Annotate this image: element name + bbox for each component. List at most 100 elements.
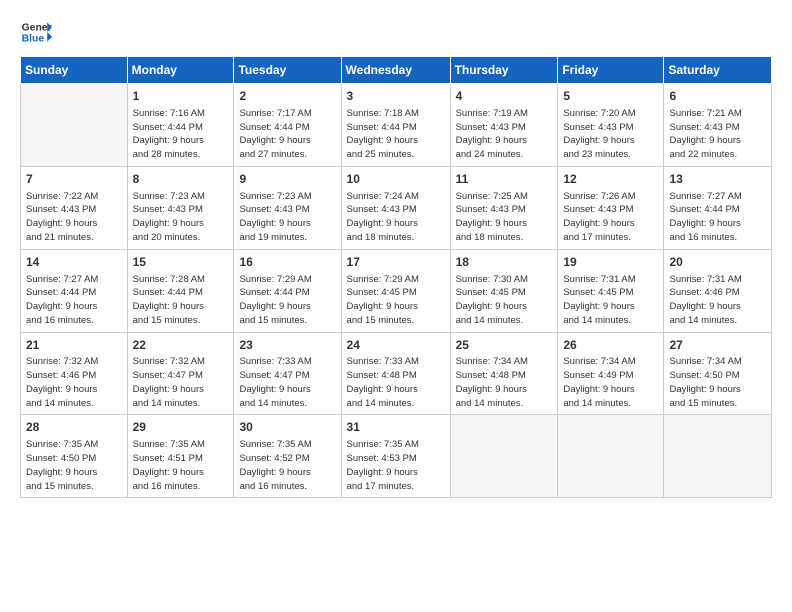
day-info: Sunrise: 7:34 AMSunset: 4:49 PMDaylight:… xyxy=(563,355,658,410)
day-number: 12 xyxy=(563,171,658,188)
calendar-cell: 6Sunrise: 7:21 AMSunset: 4:43 PMDaylight… xyxy=(664,84,772,167)
calendar-cell: 7 Sunrise: 7:22 AMSunset: 4:43 PMDaylight… xyxy=(21,166,128,249)
day-header-tuesday: Tuesday xyxy=(234,57,341,84)
calendar-cell: 29Sunrise: 7:35 AMSunset: 4:51 PMDayligh… xyxy=(127,415,234,498)
day-info: Sunrise: 7:18 AMSunset: 4:44 PMDaylight:… xyxy=(347,107,445,162)
calendar-cell: 5Sunrise: 7:20 AMSunset: 4:43 PMDaylight… xyxy=(558,84,664,167)
day-number: 4 xyxy=(456,88,553,105)
day-header-saturday: Saturday xyxy=(664,57,772,84)
calendar-cell: 25Sunrise: 7:34 AMSunset: 4:48 PMDayligh… xyxy=(450,332,558,415)
day-info: Sunrise: 7:25 AMSunset: 4:43 PMDaylight:… xyxy=(456,190,553,245)
day-number: 15 xyxy=(133,254,229,271)
calendar-cell: 28 Sunrise: 7:35 AMSunset: 4:50 PMDayligh… xyxy=(21,415,128,498)
day-info: Sunrise: 7:34 AMSunset: 4:48 PMDaylight:… xyxy=(456,355,553,410)
day-number: 11 xyxy=(456,171,553,188)
svg-text:Blue: Blue xyxy=(22,34,45,45)
calendar-cell: 17Sunrise: 7:29 AMSunset: 4:45 PMDayligh… xyxy=(341,249,450,332)
day-info: Sunrise: 7:31 AMSunset: 4:45 PMDaylight:… xyxy=(563,273,658,328)
day-number: 19 xyxy=(563,254,658,271)
day-info: Sunrise: 7:27 AMSunset: 4:44 PMDaylight:… xyxy=(26,273,122,328)
day-info: Sunrise: 7:35 AMSunset: 4:53 PMDaylight:… xyxy=(347,438,445,493)
day-number: 13 xyxy=(669,171,766,188)
day-number: 1 xyxy=(133,88,229,105)
day-number: 16 xyxy=(239,254,335,271)
calendar-cell: 2 Sunrise: 7:17 AMSunset: 4:44 PMDaylight… xyxy=(234,84,341,167)
calendar-cell: 12 Sunrise: 7:26 AMSunset: 4:43 PMDayligh… xyxy=(558,166,664,249)
calendar-cell: 8 Sunrise: 7:23 AMSunset: 4:43 PMDaylight… xyxy=(127,166,234,249)
calendar-cell xyxy=(664,415,772,498)
day-info: Sunrise: 7:17 AMSunset: 4:44 PMDaylight:… xyxy=(239,107,335,162)
day-number: 3 xyxy=(347,88,445,105)
calendar-cell: 30 Sunrise: 7:35 AMSunset: 4:52 PMDayligh… xyxy=(234,415,341,498)
day-info: Sunrise: 7:16 AMSunset: 4:44 PMDaylight:… xyxy=(133,107,229,162)
day-number: 18 xyxy=(456,254,553,271)
day-info: Sunrise: 7:27 AMSunset: 4:44 PMDaylight:… xyxy=(669,190,766,245)
day-number: 31 xyxy=(347,419,445,436)
day-info: Sunrise: 7:33 AMSunset: 4:48 PMDaylight:… xyxy=(347,355,445,410)
day-number: 26 xyxy=(563,337,658,354)
logo: General Blue xyxy=(20,16,52,48)
day-number: 28 xyxy=(26,419,122,436)
day-number: 9 xyxy=(239,171,335,188)
calendar-cell: 14 Sunrise: 7:27 AMSunset: 4:44 PMDayligh… xyxy=(21,249,128,332)
day-header-thursday: Thursday xyxy=(450,57,558,84)
day-number: 25 xyxy=(456,337,553,354)
day-info: Sunrise: 7:22 AMSunset: 4:43 PMDaylight:… xyxy=(26,190,122,245)
day-info: Sunrise: 7:24 AMSunset: 4:43 PMDaylight:… xyxy=(347,190,445,245)
calendar-cell: 9 Sunrise: 7:23 AMSunset: 4:43 PMDaylight… xyxy=(234,166,341,249)
calendar-cell: 1 Sunrise: 7:16 AMSunset: 4:44 PMDaylight… xyxy=(127,84,234,167)
calendar-cell: 4 Sunrise: 7:19 AMSunset: 4:43 PMDaylight… xyxy=(450,84,558,167)
day-info: Sunrise: 7:32 AMSunset: 4:46 PMDaylight:… xyxy=(26,355,122,410)
logo-icon: General Blue xyxy=(20,16,52,48)
calendar-cell xyxy=(21,84,128,167)
calendar-cell xyxy=(558,415,664,498)
calendar-week-3: 14 Sunrise: 7:27 AMSunset: 4:44 PMDayligh… xyxy=(21,249,772,332)
day-number: 27 xyxy=(669,337,766,354)
day-info: Sunrise: 7:23 AMSunset: 4:43 PMDaylight:… xyxy=(239,190,335,245)
calendar-cell: 23Sunrise: 7:33 AMSunset: 4:47 PMDayligh… xyxy=(234,332,341,415)
calendar-cell: 24Sunrise: 7:33 AMSunset: 4:48 PMDayligh… xyxy=(341,332,450,415)
day-header-friday: Friday xyxy=(558,57,664,84)
day-info: Sunrise: 7:33 AMSunset: 4:47 PMDaylight:… xyxy=(239,355,335,410)
day-number: 14 xyxy=(26,254,122,271)
day-info: Sunrise: 7:32 AMSunset: 4:47 PMDaylight:… xyxy=(133,355,229,410)
day-info: Sunrise: 7:35 AMSunset: 4:52 PMDaylight:… xyxy=(239,438,335,493)
day-number: 23 xyxy=(239,337,335,354)
calendar-cell: 26Sunrise: 7:34 AMSunset: 4:49 PMDayligh… xyxy=(558,332,664,415)
day-number: 22 xyxy=(133,337,229,354)
calendar-cell: 19 Sunrise: 7:31 AMSunset: 4:45 PMDayligh… xyxy=(558,249,664,332)
day-header-wednesday: Wednesday xyxy=(341,57,450,84)
calendar-cell: 22Sunrise: 7:32 AMSunset: 4:47 PMDayligh… xyxy=(127,332,234,415)
day-number: 30 xyxy=(239,419,335,436)
calendar-week-2: 7 Sunrise: 7:22 AMSunset: 4:43 PMDaylight… xyxy=(21,166,772,249)
calendar-week-5: 28 Sunrise: 7:35 AMSunset: 4:50 PMDayligh… xyxy=(21,415,772,498)
day-number: 7 xyxy=(26,171,122,188)
day-info: Sunrise: 7:26 AMSunset: 4:43 PMDaylight:… xyxy=(563,190,658,245)
calendar-cell: 27Sunrise: 7:34 AMSunset: 4:50 PMDayligh… xyxy=(664,332,772,415)
day-info: Sunrise: 7:35 AMSunset: 4:51 PMDaylight:… xyxy=(133,438,229,493)
day-number: 2 xyxy=(239,88,335,105)
day-info: Sunrise: 7:35 AMSunset: 4:50 PMDaylight:… xyxy=(26,438,122,493)
day-info: Sunrise: 7:34 AMSunset: 4:50 PMDaylight:… xyxy=(669,355,766,410)
day-info: Sunrise: 7:23 AMSunset: 4:43 PMDaylight:… xyxy=(133,190,229,245)
day-number: 8 xyxy=(133,171,229,188)
calendar-cell xyxy=(450,415,558,498)
header: General Blue xyxy=(20,16,772,48)
calendar-cell: 21Sunrise: 7:32 AMSunset: 4:46 PMDayligh… xyxy=(21,332,128,415)
day-info: Sunrise: 7:28 AMSunset: 4:44 PMDaylight:… xyxy=(133,273,229,328)
calendar-cell: 10 Sunrise: 7:24 AMSunset: 4:43 PMDayligh… xyxy=(341,166,450,249)
calendar-table: SundayMondayTuesdayWednesdayThursdayFrid… xyxy=(20,56,772,498)
day-info: Sunrise: 7:19 AMSunset: 4:43 PMDaylight:… xyxy=(456,107,553,162)
page-container: General Blue SundayMondayTuesdayWednesda… xyxy=(0,0,792,508)
calendar-cell: 3 Sunrise: 7:18 AMSunset: 4:44 PMDaylight… xyxy=(341,84,450,167)
calendar-week-4: 21Sunrise: 7:32 AMSunset: 4:46 PMDayligh… xyxy=(21,332,772,415)
day-number: 21 xyxy=(26,337,122,354)
day-header-sunday: Sunday xyxy=(21,57,128,84)
calendar-header-row: SundayMondayTuesdayWednesdayThursdayFrid… xyxy=(21,57,772,84)
day-number: 10 xyxy=(347,171,445,188)
day-info: Sunrise: 7:21 AMSunset: 4:43 PMDaylight:… xyxy=(669,107,766,162)
day-info: Sunrise: 7:30 AMSunset: 4:45 PMDaylight:… xyxy=(456,273,553,328)
calendar-cell: 16Sunrise: 7:29 AMSunset: 4:44 PMDayligh… xyxy=(234,249,341,332)
calendar-cell: 11 Sunrise: 7:25 AMSunset: 4:43 PMDayligh… xyxy=(450,166,558,249)
calendar-cell: 15 Sunrise: 7:28 AMSunset: 4:44 PMDayligh… xyxy=(127,249,234,332)
